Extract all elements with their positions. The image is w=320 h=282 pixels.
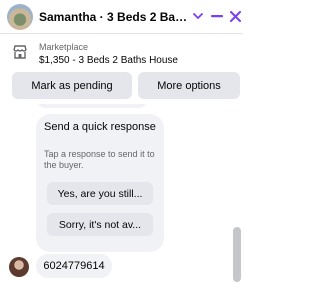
buyer-avatar[interactable] xyxy=(9,257,29,277)
message-thread[interactable]: Send a quick response Tap a response to … xyxy=(0,104,243,282)
shop-icon xyxy=(12,44,28,60)
listing-title[interactable]: $1,350 - 3 Beds 2 Baths House xyxy=(39,54,178,67)
quick-response-title: Send a quick response xyxy=(44,121,156,133)
listing-avatar[interactable] xyxy=(7,4,33,30)
quick-response-option[interactable]: Sorry, it's not av... xyxy=(47,213,153,236)
previous-message-bubble xyxy=(36,104,148,108)
close-icon[interactable] xyxy=(226,7,244,25)
listing-panel: Marketplace $1,350 - 3 Beds 2 Baths Hous… xyxy=(0,35,243,104)
quick-response-card: Send a quick response Tap a response to … xyxy=(36,114,164,252)
chat-header: Samantha · 3 Beds 2 Baths... xyxy=(0,0,243,34)
marketplace-label: Marketplace xyxy=(39,42,89,52)
mark-as-pending-button[interactable]: Mark as pending xyxy=(12,72,132,99)
quick-response-option[interactable]: Yes, are you still... xyxy=(47,182,153,205)
quick-response-subtitle: Tap a response to send it to the buyer. xyxy=(44,149,155,170)
minimize-icon[interactable] xyxy=(208,7,226,25)
scrollbar-thumb[interactable] xyxy=(233,227,241,282)
more-options-button[interactable]: More options xyxy=(138,72,240,99)
message-bubble: 6024779614 xyxy=(36,254,112,278)
chat-title[interactable]: Samantha · 3 Beds 2 Baths... xyxy=(39,9,189,25)
chevron-down-icon[interactable] xyxy=(189,7,207,25)
